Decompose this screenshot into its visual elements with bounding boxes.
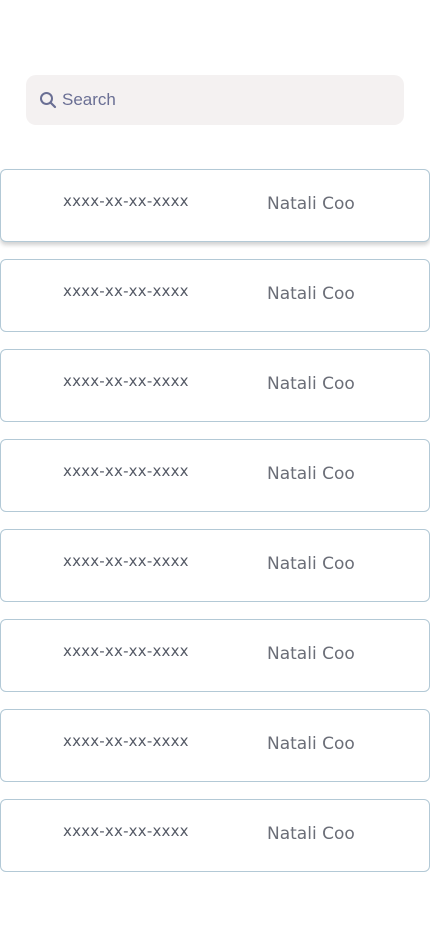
item-code: xxxx-xx-xx-xxxx	[63, 642, 189, 660]
search-bar[interactable]	[26, 75, 404, 125]
item-code: xxxx-xx-xx-xxxx	[63, 462, 189, 480]
item-code: xxxx-xx-xx-xxxx	[63, 732, 189, 750]
list-item[interactable]: xxxx-xx-xx-xxxx Natali Coo	[0, 349, 430, 422]
list-item[interactable]: xxxx-xx-xx-xxxx Natali Coo	[0, 529, 430, 602]
item-code: xxxx-xx-xx-xxxx	[63, 192, 189, 210]
item-code: xxxx-xx-xx-xxxx	[63, 282, 189, 300]
list-item[interactable]: xxxx-xx-xx-xxxx Natali Coo	[0, 439, 430, 512]
search-input[interactable]	[62, 85, 362, 115]
item-name: Natali Coo	[267, 824, 355, 844]
list-item[interactable]: xxxx-xx-xx-xxxx Natali Coo	[0, 259, 430, 332]
search-icon	[38, 90, 58, 110]
list-item[interactable]: xxxx-xx-xx-xxxx Natali Coo	[0, 799, 430, 872]
screen: xxxx-xx-xx-xxxx Natali Coo xxxx-xx-xx-xx…	[0, 0, 430, 932]
item-code: xxxx-xx-xx-xxxx	[63, 552, 189, 570]
result-list: xxxx-xx-xx-xxxx Natali Coo xxxx-xx-xx-xx…	[0, 169, 430, 889]
item-name: Natali Coo	[267, 554, 355, 574]
list-item[interactable]: xxxx-xx-xx-xxxx Natali Coo	[0, 169, 430, 242]
item-name: Natali Coo	[267, 284, 355, 304]
item-name: Natali Coo	[267, 464, 355, 484]
item-name: Natali Coo	[267, 374, 355, 394]
list-item[interactable]: xxxx-xx-xx-xxxx Natali Coo	[0, 619, 430, 692]
item-name: Natali Coo	[267, 644, 355, 664]
list-item[interactable]: xxxx-xx-xx-xxxx Natali Coo	[0, 709, 430, 782]
item-name: Natali Coo	[267, 194, 355, 214]
item-code: xxxx-xx-xx-xxxx	[63, 822, 189, 840]
item-name: Natali Coo	[267, 734, 355, 754]
item-code: xxxx-xx-xx-xxxx	[63, 372, 189, 390]
